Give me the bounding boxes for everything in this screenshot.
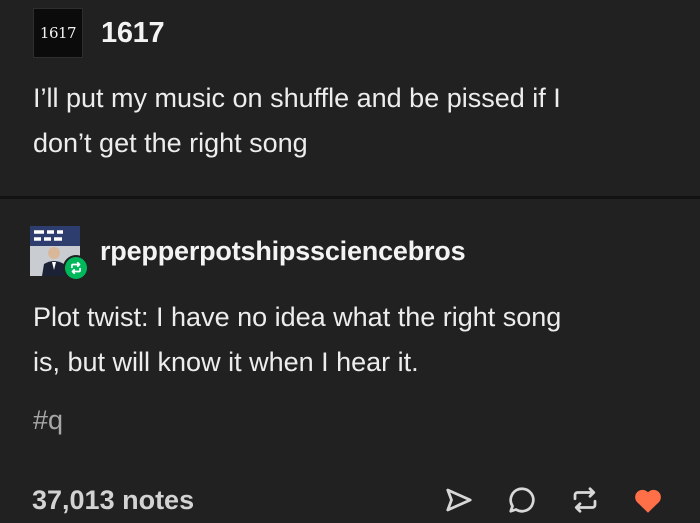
username[interactable]: 1617 — [101, 17, 165, 50]
share-icon — [446, 488, 472, 512]
reblog-badge-icon — [71, 261, 81, 275]
post-text: I’ll put my music on shuffle and be piss… — [33, 76, 683, 166]
avatar[interactable]: 1617 — [33, 8, 83, 58]
tag[interactable]: #q — [33, 405, 63, 436]
reblog-icon — [573, 487, 597, 513]
like-button[interactable] — [628, 480, 668, 520]
reblog-button[interactable] — [565, 480, 605, 520]
reblog-text-line: is, but will know it when I hear it. — [33, 347, 419, 377]
post-text-line: don’t get the right song — [33, 128, 308, 158]
avatar[interactable] — [30, 226, 89, 281]
reply-icon — [509, 487, 535, 513]
reblog-text-line: Plot twist: I have no idea what the righ… — [33, 302, 562, 332]
reblog-badge — [63, 255, 89, 281]
divider — [0, 196, 700, 199]
notes-count[interactable]: 37,013 notes — [32, 485, 194, 516]
like-icon — [635, 489, 661, 513]
reply-button[interactable] — [502, 480, 542, 520]
username[interactable]: rpepperpotshipssciencebros — [100, 236, 466, 267]
post-footer: 37,013 notes — [32, 478, 668, 522]
original-post-header: 1617 1617 — [33, 8, 165, 58]
post-text-line: I’ll put my music on shuffle and be piss… — [33, 83, 561, 113]
share-button[interactable] — [439, 480, 479, 520]
reblog-header: rpepperpotshipssciencebros — [30, 226, 466, 281]
post-actions — [416, 480, 668, 520]
reblog-text: Plot twist: I have no idea what the righ… — [33, 295, 683, 385]
